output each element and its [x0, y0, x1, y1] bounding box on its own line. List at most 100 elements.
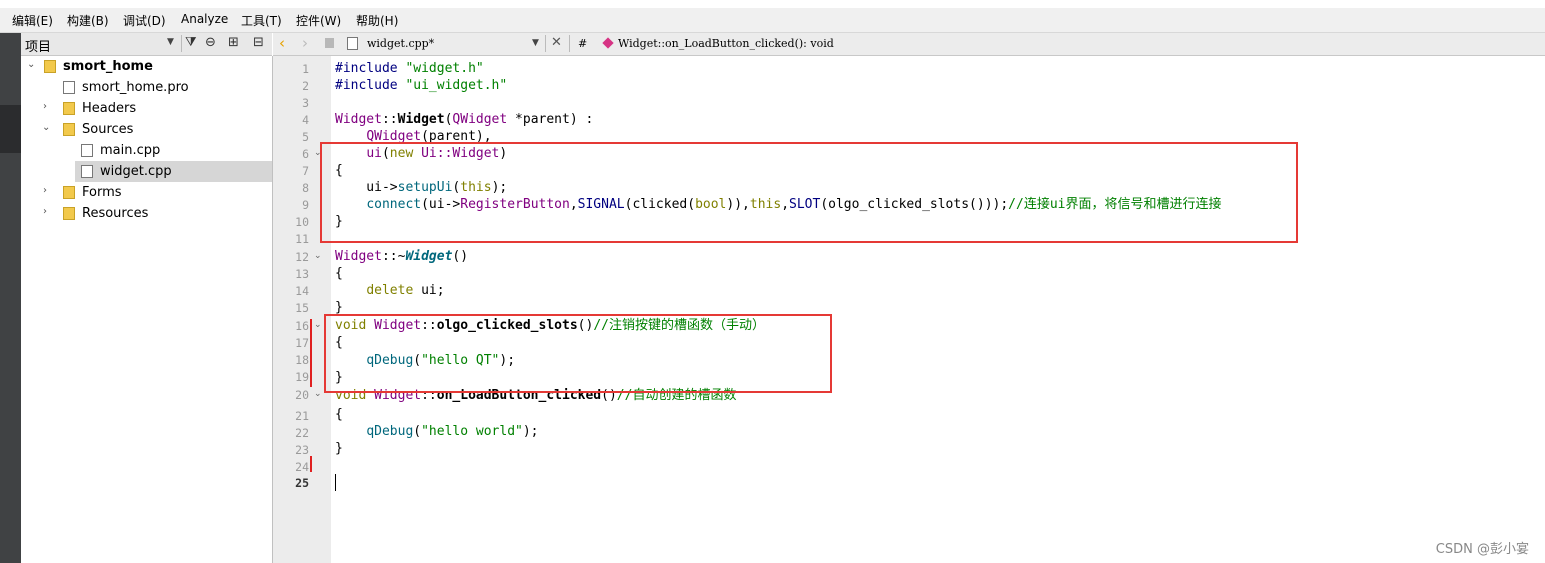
cpp-file-icon: [81, 165, 93, 178]
change-marker: [310, 456, 312, 472]
line-number: 24: [295, 460, 309, 474]
project-folder-icon: [44, 60, 56, 73]
symbol-selector[interactable]: Widget::on_LoadButton_clicked(): void: [618, 37, 834, 50]
tree-item-main-cpp[interactable]: main.cpp: [21, 140, 272, 161]
tree-item-resources[interactable]: › Resources: [21, 203, 272, 224]
code-editor[interactable]: #include "widget.h" #include "ui_widget.…: [331, 56, 1545, 563]
line-number: 11: [295, 232, 309, 246]
line-number: 9: [302, 198, 309, 212]
split-icon[interactable]: ⊞: [228, 35, 239, 50]
file-tab-label[interactable]: widget.cpp*: [367, 37, 434, 50]
forms-folder-icon: [63, 186, 75, 199]
line-number-current: 25: [295, 476, 309, 490]
tree-item-sources[interactable]: ⌄ Sources: [21, 119, 272, 140]
tree-item-label: smort_home.pro: [82, 80, 189, 95]
code-line-2: #include "ui_widget.h": [335, 78, 508, 93]
menu-tools[interactable]: 工具(T): [241, 12, 282, 29]
code-line-12: Widget::~Widget(): [335, 249, 469, 264]
line-number: 10: [295, 215, 309, 229]
sources-folder-icon: [63, 123, 75, 136]
headers-folder-icon: [63, 102, 75, 115]
fold-marker-icon[interactable]: ⌄: [314, 320, 322, 330]
close-panel-icon[interactable]: ⊟: [253, 35, 264, 50]
project-panel-toolbar: 项目 ▼ ⧩ ⊖ ⊞ ⊟: [21, 33, 272, 56]
line-number: 16: [295, 319, 309, 333]
code-line-21: {: [335, 407, 343, 422]
line-number: 7: [302, 164, 309, 178]
chevron-down-icon[interactable]: ▼: [532, 38, 539, 48]
editor-toolbar: ‹ › widget.cpp* ▼ ✕ # Widget::on_LoadBut…: [273, 33, 1545, 56]
chevron-down-icon[interactable]: ▼: [167, 37, 174, 47]
menu-edit[interactable]: 编辑(E): [12, 12, 53, 29]
line-number: 23: [295, 443, 309, 457]
forward-arrow-icon[interactable]: ›: [302, 34, 308, 52]
chevron-down-icon[interactable]: ⌄: [42, 122, 50, 133]
line-number: 14: [295, 284, 309, 298]
tree-item-label: widget.cpp: [100, 164, 172, 179]
watermark: CSDN @彭小宴: [1435, 542, 1529, 557]
project-tree: ⌄ smort_home smort_home.pro › Headers ⌄ …: [21, 56, 273, 563]
menu-debug[interactable]: 调试(D): [123, 12, 166, 29]
menu-build[interactable]: 构建(B): [67, 12, 109, 29]
back-arrow-icon[interactable]: ‹: [279, 34, 285, 52]
filter-icon[interactable]: ⧩: [185, 35, 197, 50]
fold-marker-icon[interactable]: ⌄: [314, 251, 322, 261]
toolbar-divider: [181, 35, 182, 52]
tree-item-label: Headers: [82, 101, 137, 116]
fold-marker-icon[interactable]: ⌄: [314, 389, 322, 399]
tree-item-label: Forms: [82, 185, 122, 200]
menu-controls[interactable]: 控件(W): [296, 12, 341, 29]
code-line-22: qDebug("hello world");: [366, 424, 539, 439]
close-icon[interactable]: ✕: [551, 35, 562, 50]
lock-icon: [325, 38, 334, 48]
tree-item-label: Resources: [82, 206, 149, 221]
tree-item-headers[interactable]: › Headers: [21, 98, 272, 119]
chevron-down-icon[interactable]: ⌄: [27, 59, 35, 70]
line-number: 8: [302, 181, 309, 195]
line-number: 18: [295, 353, 309, 367]
mode-selector-bar: [0, 33, 21, 563]
mode-edit-active[interactable]: [0, 105, 21, 153]
annotation-box-slot: [324, 314, 832, 393]
menubar: 编辑(E) 构建(B) 调试(D) Analyze 工具(T) 控件(W) 帮助…: [0, 8, 1545, 33]
toolbar-divider: [569, 35, 570, 52]
link-icon[interactable]: ⊖: [205, 35, 216, 50]
line-number: 3: [302, 96, 309, 110]
line-number: 1: [302, 62, 309, 76]
menu-help[interactable]: 帮助(H): [356, 12, 398, 29]
line-number: 6: [302, 147, 309, 161]
tree-item-smort-home[interactable]: ⌄ smort_home: [21, 56, 272, 77]
line-number: 15: [295, 301, 309, 315]
line-number: 2: [302, 79, 309, 93]
line-number: 12: [295, 250, 309, 264]
code-line-1: #include "widget.h": [335, 61, 484, 76]
cpp-file-icon: [81, 144, 93, 157]
change-marker: [310, 319, 312, 387]
line-number: 4: [302, 113, 309, 127]
line-number: 17: [295, 336, 309, 350]
menu-analyze[interactable]: Analyze: [181, 12, 228, 26]
code-line-13: {: [335, 266, 343, 281]
chevron-right-icon[interactable]: ›: [43, 185, 47, 196]
tree-item-label: Sources: [82, 122, 134, 137]
method-icon: [602, 37, 614, 49]
window-title-strip: [0, 0, 1545, 8]
tree-item-pro-file[interactable]: smort_home.pro: [21, 77, 272, 98]
chevron-right-icon[interactable]: ›: [43, 101, 47, 112]
tree-item-forms[interactable]: › Forms: [21, 182, 272, 203]
code-line-4: Widget::Widget(QWidget *parent) :: [335, 112, 594, 127]
annotation-box-connect: [320, 142, 1298, 243]
pro-file-icon: [63, 81, 75, 94]
line-number: 21: [295, 409, 309, 423]
hash-label[interactable]: #: [578, 37, 587, 50]
toolbar-divider: [545, 35, 546, 52]
resources-folder-icon: [63, 207, 75, 220]
tree-item-widget-cpp[interactable]: widget.cpp: [75, 161, 272, 182]
line-number: 20: [295, 388, 309, 402]
code-line-23: }: [335, 441, 343, 456]
chevron-right-icon[interactable]: ›: [43, 206, 47, 217]
cpp-file-icon: [347, 37, 358, 50]
text-cursor: [335, 474, 336, 491]
code-line-14: delete ui;: [366, 283, 445, 298]
line-number: 5: [302, 130, 309, 144]
